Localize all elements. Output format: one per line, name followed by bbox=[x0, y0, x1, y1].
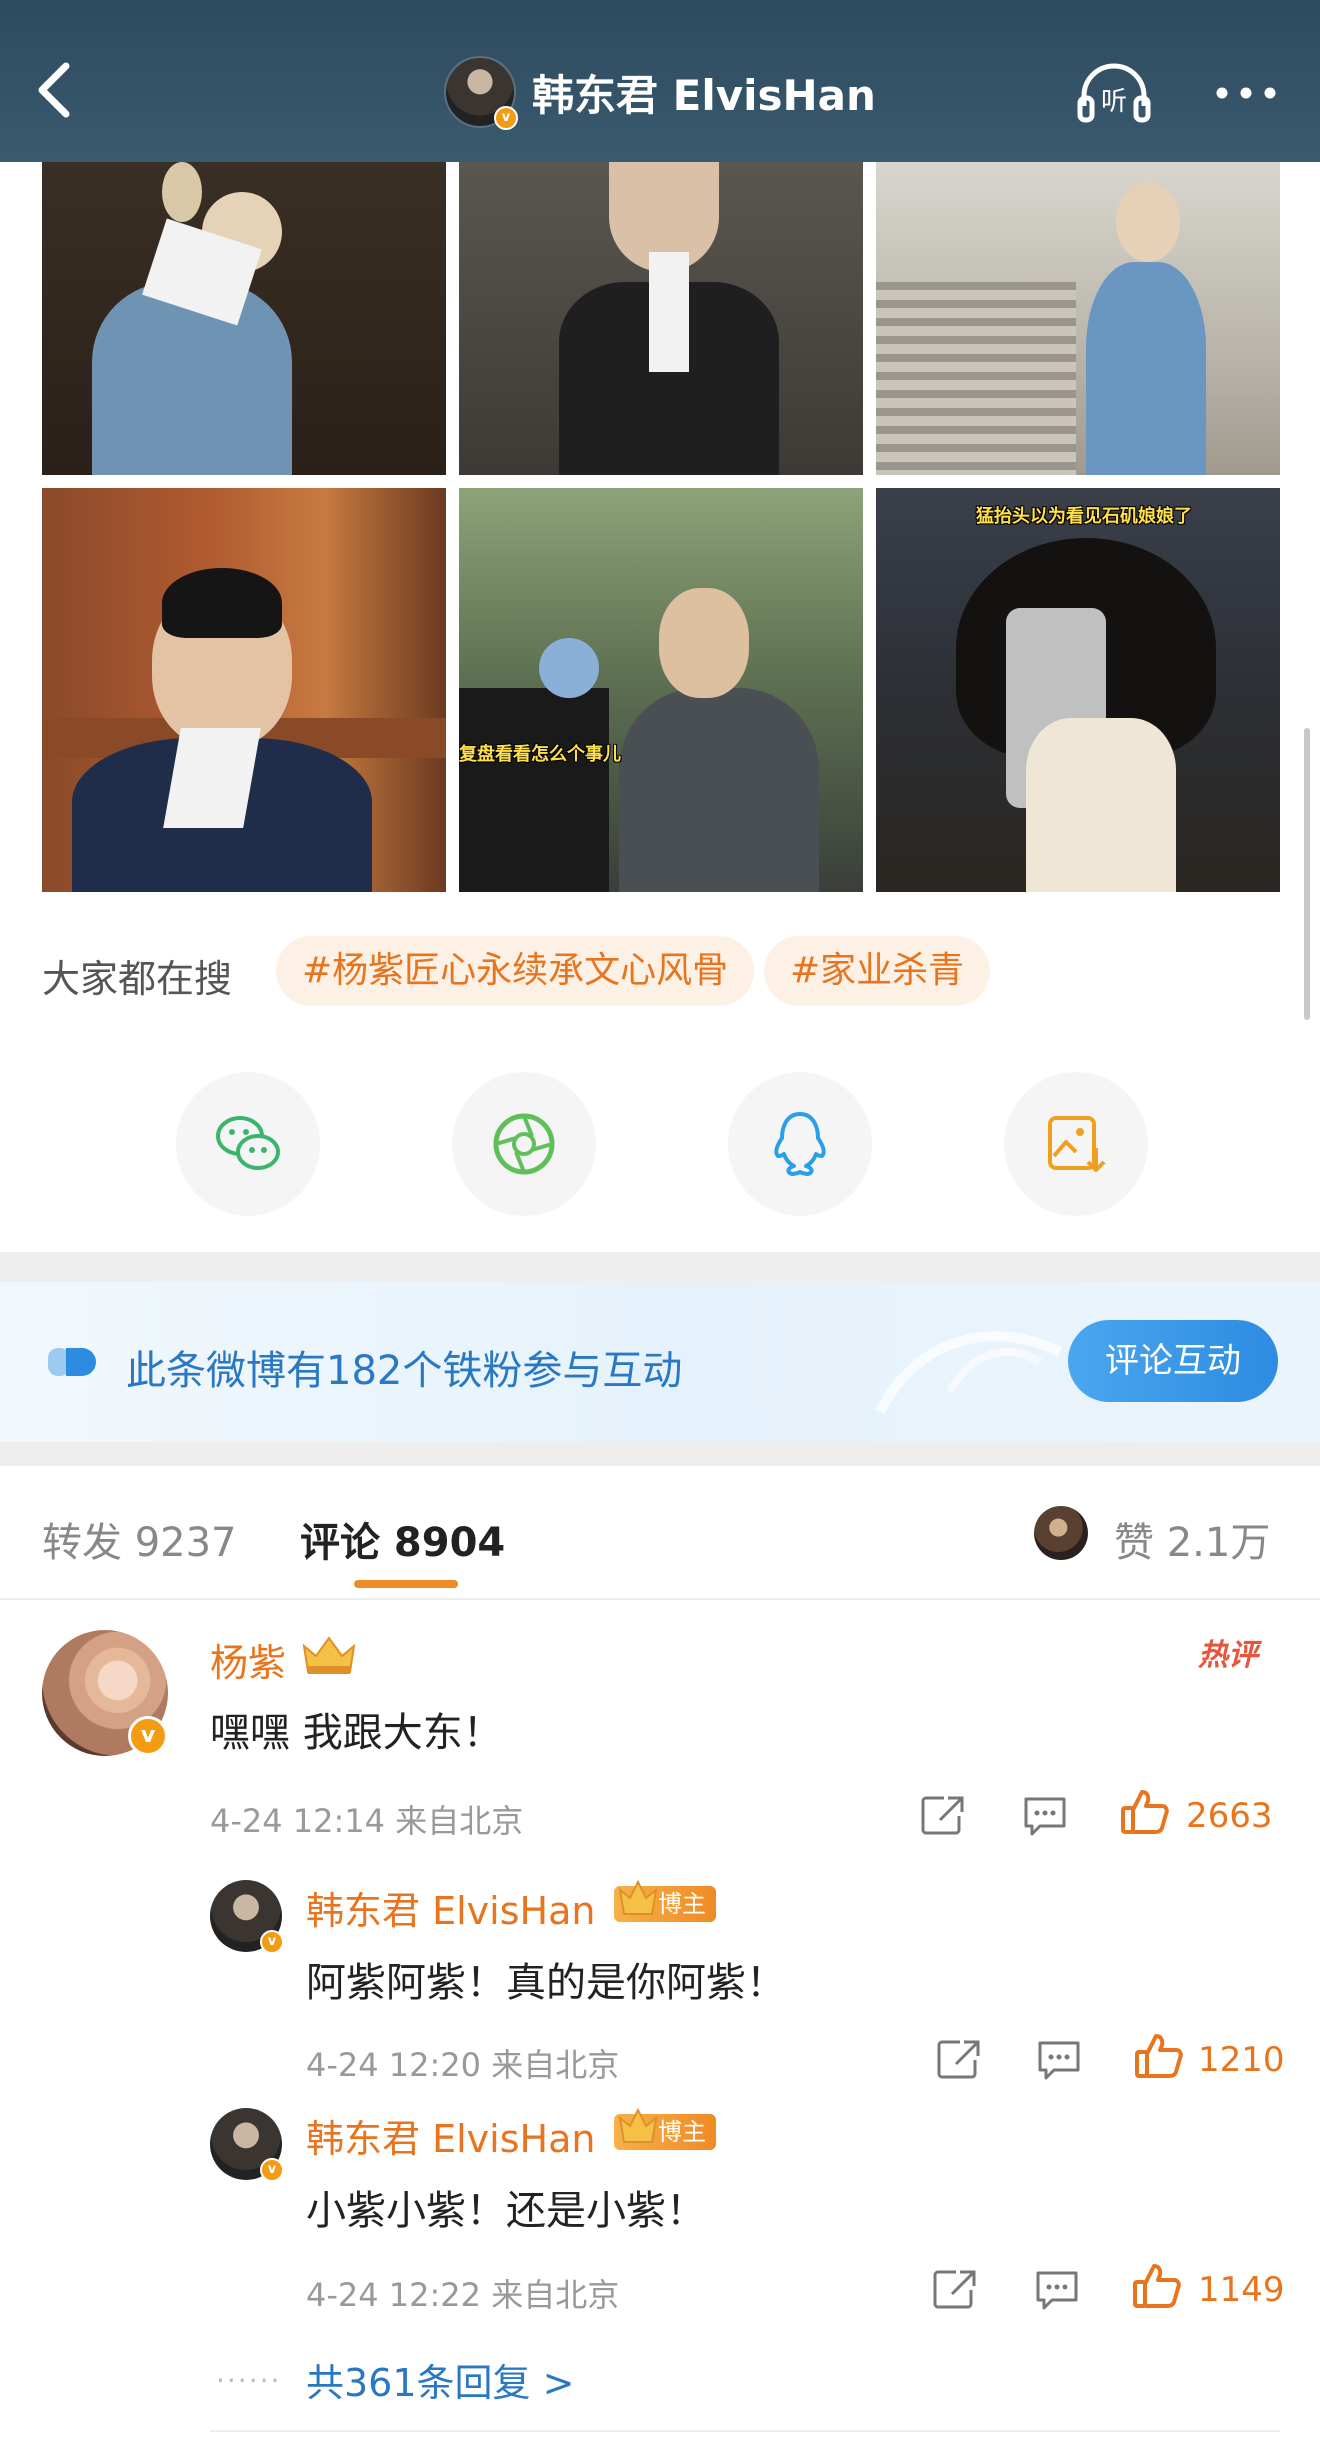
like-count: 2663 bbox=[1186, 1796, 1273, 1836]
top-nav-bar: v 韩东君 ElvisHan 听 bbox=[0, 0, 1320, 162]
reply-avatar[interactable]: v bbox=[210, 1880, 284, 1954]
share-icon[interactable] bbox=[932, 2268, 978, 2310]
reply-text: 阿紫阿紫！真的是你阿紫！ bbox=[306, 1960, 786, 2006]
share-icon[interactable] bbox=[920, 1794, 966, 1836]
more-dots-icon bbox=[1216, 87, 1276, 99]
verified-badge: v bbox=[494, 106, 518, 130]
photo-5[interactable]: 复盘看看怎么个事儿 bbox=[459, 488, 863, 892]
hot-comment-badge: 热评 bbox=[1198, 1638, 1258, 1673]
reply-meta: 4-24 12:20 来自北京 bbox=[306, 2046, 620, 2084]
thumbs-up-icon[interactable] bbox=[1134, 2032, 1184, 2080]
trending-search-label: 大家都在搜 bbox=[42, 957, 233, 1001]
scrollbar[interactable] bbox=[1304, 728, 1310, 1020]
blogger-badge-label: 博主 bbox=[658, 1890, 706, 1918]
view-all-replies-link[interactable]: 共361条回复 > bbox=[306, 2352, 574, 2407]
reply-meta: 4-24 12:22 来自北京 bbox=[306, 2276, 620, 2314]
like-count: 1149 bbox=[1198, 2270, 1285, 2310]
verified-badge: v bbox=[128, 1716, 168, 1756]
share-moments-button[interactable] bbox=[452, 1072, 596, 1216]
author-name[interactable]: 韩东君 ElvisHan bbox=[532, 62, 876, 123]
qq-icon bbox=[774, 1112, 826, 1176]
photo-3[interactable] bbox=[876, 162, 1280, 475]
comment-icon[interactable] bbox=[1036, 2038, 1082, 2080]
comment-divider bbox=[210, 2430, 1280, 2432]
save-image-button[interactable] bbox=[1004, 1072, 1148, 1216]
photo-1[interactable] bbox=[42, 162, 446, 475]
back-button[interactable] bbox=[30, 60, 80, 120]
moments-icon bbox=[493, 1113, 555, 1175]
photo-4[interactable] bbox=[42, 488, 446, 892]
banner-decoration bbox=[875, 1331, 1063, 1415]
fan-crown-icon bbox=[302, 1636, 356, 1674]
crown-icon bbox=[618, 2107, 658, 2143]
author-avatar[interactable]: v bbox=[444, 56, 518, 130]
comment-text: 嘿嘿 我跟大东！ bbox=[210, 1710, 503, 1756]
thumbs-up-icon[interactable] bbox=[1132, 2262, 1182, 2310]
photo-6[interactable]: 猛抬头以为看见石矶娘娘了 bbox=[876, 488, 1280, 892]
more-replies-dots: ······ bbox=[216, 2364, 282, 2397]
liker-avatar[interactable] bbox=[1034, 1506, 1088, 1560]
reply-author-name[interactable]: 韩东君 ElvisHan bbox=[306, 2108, 595, 2163]
tab-repost[interactable]: 转发 9237 bbox=[42, 1510, 237, 1568]
photo-caption: 复盘看看怎么个事儿 bbox=[459, 744, 621, 765]
commenter-name[interactable]: 杨紫 bbox=[210, 1632, 286, 1687]
commenter-avatar[interactable]: v bbox=[42, 1630, 168, 1756]
chevron-left-icon bbox=[38, 62, 70, 118]
comment-meta: 4-24 12:14 来自北京 bbox=[210, 1802, 524, 1840]
comment-interact-button[interactable]: 评论互动 bbox=[1068, 1320, 1278, 1402]
blogger-badge-label: 博主 bbox=[658, 2118, 706, 2146]
comment-icon[interactable] bbox=[1022, 1794, 1068, 1836]
thumbs-up-icon[interactable] bbox=[1120, 1788, 1170, 1836]
blogger-badge: 博主 bbox=[614, 2107, 716, 2150]
listen-button[interactable]: 听 bbox=[1076, 62, 1152, 124]
crown-icon bbox=[618, 1879, 658, 1915]
section-divider bbox=[0, 1252, 1320, 1282]
active-tab-indicator bbox=[354, 1580, 458, 1588]
photo-caption: 猛抬头以为看见石矶娘娘了 bbox=[976, 506, 1192, 527]
verified-badge: v bbox=[260, 2158, 284, 2182]
reply-text: 小紫小紫！还是小紫！ bbox=[306, 2188, 706, 2234]
headphones-icon: 听 bbox=[1077, 63, 1151, 123]
share-wechat-button[interactable] bbox=[176, 1072, 320, 1216]
share-qq-button[interactable] bbox=[728, 1072, 872, 1216]
verified-badge: v bbox=[260, 1930, 284, 1954]
more-options-button[interactable] bbox=[1212, 78, 1280, 108]
section-divider bbox=[0, 1442, 1320, 1466]
fan-interaction-text: 此条微博有182个铁粉参与互动 bbox=[126, 1348, 683, 1394]
tab-like[interactable]: 赞 2.1万 bbox=[1114, 1510, 1270, 1568]
like-count: 1210 bbox=[1198, 2040, 1285, 2080]
save-image-icon bbox=[1048, 1116, 1106, 1172]
trending-tag-1[interactable]: #杨紫匠心永续承文心风骨 bbox=[276, 936, 755, 1006]
fan-icon bbox=[46, 1344, 100, 1380]
wechat-icon bbox=[216, 1116, 280, 1170]
share-icon[interactable] bbox=[936, 2038, 982, 2080]
reply-author-name[interactable]: 韩东君 ElvisHan bbox=[306, 1880, 595, 1935]
photo-2[interactable] bbox=[459, 162, 863, 475]
listen-label: 听 bbox=[1101, 87, 1127, 117]
trending-tag-2[interactable]: #家业杀青 bbox=[764, 936, 991, 1006]
tabs-divider bbox=[0, 1598, 1320, 1600]
tab-comment[interactable]: 评论 8904 bbox=[300, 1510, 505, 1568]
blogger-badge: 博主 bbox=[614, 1879, 716, 1922]
reply-avatar[interactable]: v bbox=[210, 2108, 284, 2182]
comment-icon[interactable] bbox=[1034, 2268, 1080, 2310]
